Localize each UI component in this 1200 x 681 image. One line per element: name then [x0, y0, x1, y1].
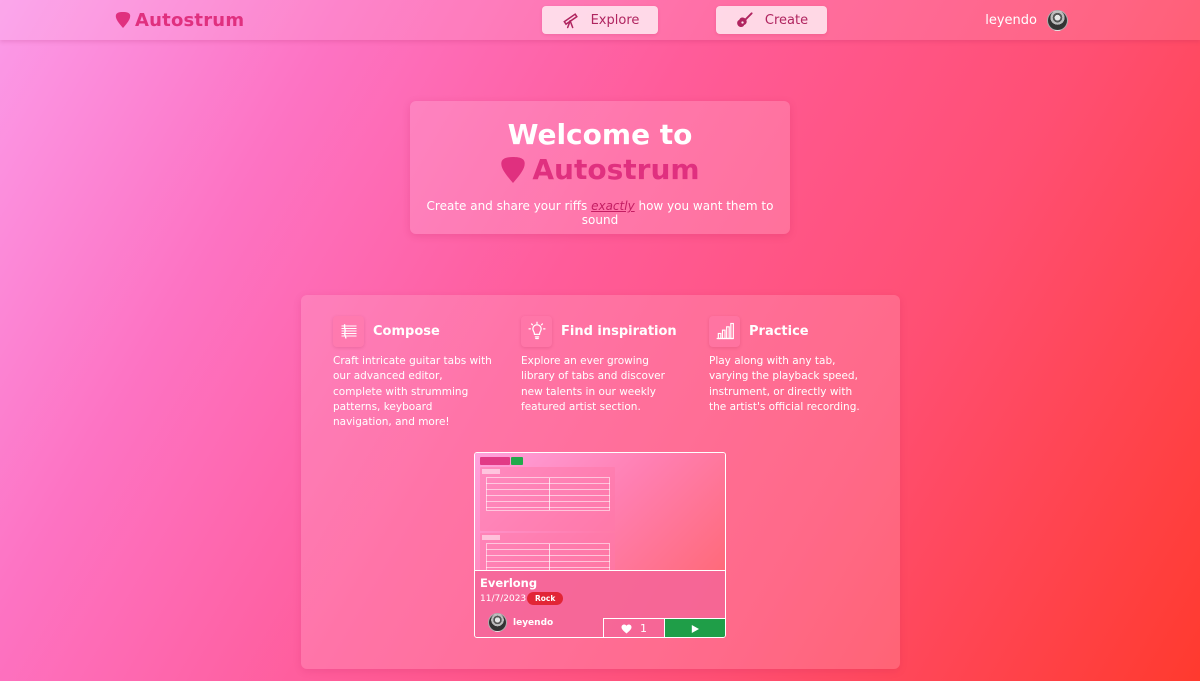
top-nav: Autostrum Explore Create leyendo — [0, 0, 1200, 40]
preview-play-chip — [511, 457, 523, 465]
tab-title[interactable]: Everlong — [480, 576, 537, 590]
hero-brand-name: Autostrum — [532, 153, 700, 186]
hero-title: Welcome to — [507, 118, 693, 151]
brand-name: Autostrum — [135, 9, 245, 31]
create-label: Create — [764, 12, 809, 28]
preview-staff — [486, 477, 610, 511]
feature-title: Find inspiration — [561, 323, 677, 339]
feature-title: Compose — [373, 323, 440, 339]
preview-section-label — [480, 457, 510, 465]
preview-barline — [549, 478, 550, 510]
preview-section — [480, 533, 615, 570]
play-button[interactable] — [664, 618, 725, 637]
tab-date: 11/7/2023 — [480, 594, 527, 604]
feature-title: Practice — [749, 323, 809, 339]
username: leyendo — [985, 12, 1037, 28]
features-panel: Compose Craft intricate guitar tabs with… — [301, 295, 900, 669]
hero-subtitle-start: Create and share your riffs — [426, 199, 592, 213]
tab-preview-image[interactable] — [475, 453, 725, 570]
like-count: 1 — [640, 622, 647, 635]
explore-label: Explore — [590, 12, 640, 28]
tab-preview-card[interactable]: Everlong 11/7/2023 Rock leyendo 1 — [474, 452, 726, 638]
avatar — [488, 613, 507, 632]
genre-badge: Rock — [527, 592, 564, 605]
guitar-pick-icon — [501, 156, 526, 183]
user-menu[interactable]: leyendo — [985, 9, 1068, 31]
avatar — [1047, 9, 1068, 31]
feature-practice: Practice Play along with any tab, varyin… — [709, 315, 869, 415]
preview-staff — [486, 543, 610, 570]
hero-subtitle-emphasis: exactly — [591, 199, 635, 213]
preview-barline — [549, 544, 550, 570]
welcome-hero: Welcome to Autostrum Create and share yo… — [410, 101, 790, 234]
lightbulb-icon — [521, 315, 552, 347]
feature-description: Play along with any tab, varying the pla… — [709, 355, 860, 413]
bar-chart-icon — [709, 315, 740, 347]
preview-section — [480, 467, 615, 531]
feature-description: Craft intricate guitar tabs with our adv… — [333, 355, 492, 429]
feature-find-inspiration: Find inspiration Explore an ever growing… — [521, 315, 681, 415]
guitar-icon — [737, 12, 753, 27]
play-icon — [691, 624, 699, 633]
preview-tag — [482, 535, 500, 540]
preview-tag — [482, 469, 500, 474]
card-info: Everlong 11/7/2023 Rock leyendo 1 — [475, 571, 725, 637]
feature-compose: Compose Craft intricate guitar tabs with… — [333, 315, 493, 430]
tab-author[interactable]: leyendo — [488, 613, 553, 632]
heart-icon — [621, 623, 632, 634]
guitar-pick-icon — [115, 12, 131, 28]
author-name: leyendo — [513, 617, 554, 628]
telescope-icon — [562, 13, 578, 29]
create-button[interactable]: Create — [716, 6, 827, 34]
like-button[interactable]: 1 — [603, 618, 664, 637]
sheet-music-icon — [333, 315, 364, 347]
feature-description: Explore an ever growing library of tabs … — [521, 355, 665, 413]
explore-button[interactable]: Explore — [542, 6, 658, 34]
hero-brand: Autostrum — [410, 153, 790, 186]
hero-subtitle: Create and share your riffs exactly how … — [410, 199, 790, 227]
brand-logo[interactable]: Autostrum — [115, 7, 244, 33]
